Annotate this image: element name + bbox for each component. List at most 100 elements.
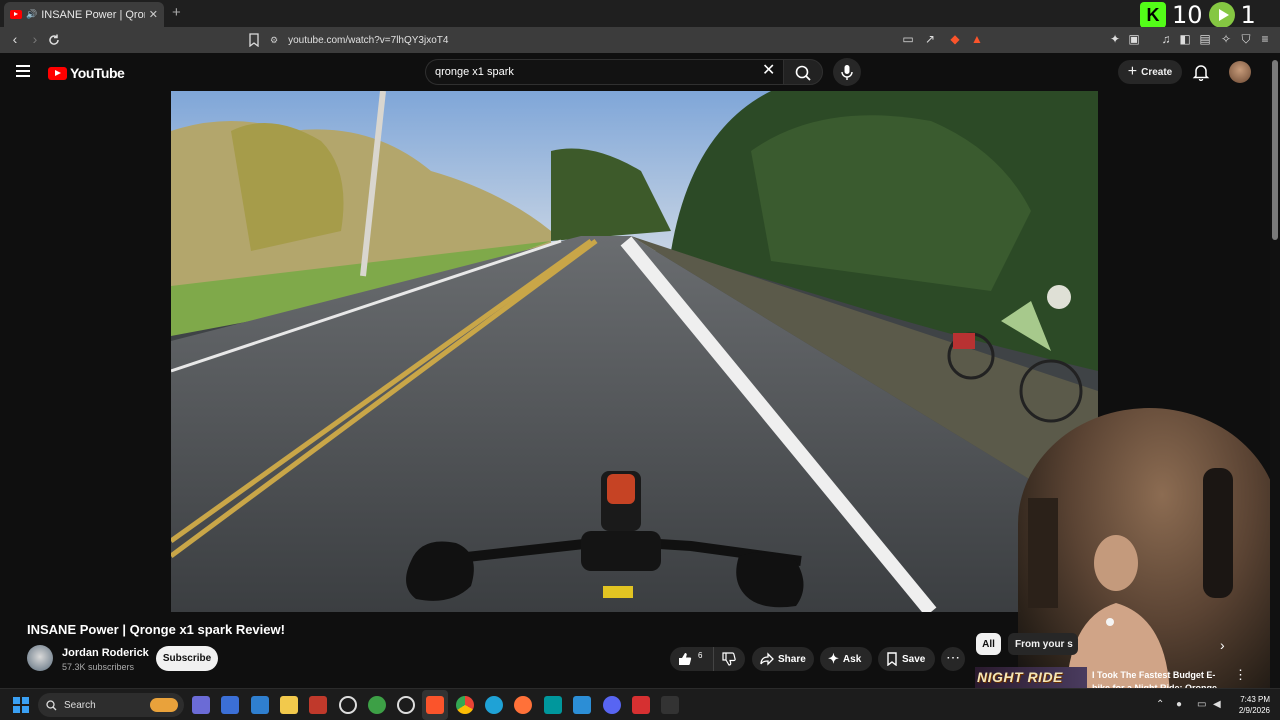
- share-label: Share: [778, 653, 806, 665]
- sidebar-icon[interactable]: ◧: [1178, 32, 1192, 46]
- tab-close-icon[interactable]: ✕: [149, 8, 158, 21]
- chip-from-your-search[interactable]: From your s: [1008, 633, 1078, 655]
- media-icon[interactable]: ♫: [1159, 32, 1173, 46]
- tray-overflow-icon[interactable]: ⌃: [1156, 699, 1164, 710]
- youtube-header: YouTube qronge x1 spark ✕ + Create: [0, 53, 1280, 91]
- notifications-bell-icon[interactable]: [1192, 63, 1210, 81]
- site-info-icon[interactable]: ⚙: [270, 35, 278, 46]
- taskbar-app-8-icon[interactable]: [397, 696, 415, 714]
- vpn-icon[interactable]: ⛉: [1239, 32, 1253, 46]
- taskbar-search-label: Search: [64, 699, 96, 711]
- tab-title: INSANE Power | Qronge x1 spark: [41, 8, 145, 21]
- kick-viewer-count: 10: [1172, 1, 1203, 29]
- menu-icon[interactable]: ≡: [1258, 32, 1272, 46]
- youtube-logo[interactable]: YouTube: [48, 65, 125, 81]
- taskbar-app-17-icon[interactable]: [661, 696, 679, 714]
- windows-start-icon[interactable]: [13, 697, 29, 713]
- file-explorer-icon[interactable]: [280, 696, 298, 714]
- kick-logo-icon: K: [1140, 2, 1166, 28]
- taskbar-app-6-icon[interactable]: [339, 696, 357, 714]
- taskbar-clock[interactable]: 7:43 PM 2/9/2026: [1232, 694, 1270, 716]
- recommendation-thumbnail[interactable]: NIGHT RIDE: [975, 667, 1087, 688]
- screenshot-icon[interactable]: ▣: [1127, 32, 1141, 46]
- chevron-right-icon[interactable]: ›: [1220, 637, 1225, 653]
- subscriber-count: 57.3K subscribers: [62, 662, 135, 672]
- back-icon[interactable]: ‹: [5, 31, 25, 47]
- video-title: INSANE Power | Qronge x1 spark Review!: [27, 622, 285, 637]
- video-player[interactable]: [171, 91, 1098, 612]
- create-button[interactable]: + Create: [1118, 60, 1182, 84]
- taskbar-search[interactable]: Search: [38, 693, 184, 717]
- cast-icon[interactable]: ▭: [901, 32, 915, 46]
- browser-tab-strip: 🔊 INSANE Power | Qronge x1 spark ✕ +: [0, 0, 1280, 27]
- search-highlight-icon: [150, 698, 178, 712]
- chip-all[interactable]: All: [976, 633, 1001, 655]
- chrome-icon[interactable]: [456, 696, 474, 714]
- ask-label: Ask: [842, 653, 862, 665]
- save-button[interactable]: Save: [878, 647, 935, 671]
- arduino-icon[interactable]: [544, 696, 562, 714]
- thumbnail-text: NIGHT RIDE: [977, 669, 1063, 685]
- brave-rewards-icon[interactable]: ▲: [970, 32, 984, 46]
- taskbar-app-16-icon[interactable]: [632, 696, 650, 714]
- new-tab-button[interactable]: +: [172, 4, 181, 21]
- search-query-text: qronge x1 spark: [435, 66, 514, 78]
- tray-network-icon[interactable]: ▭: [1197, 699, 1206, 710]
- like-count: 6: [698, 650, 703, 660]
- vscode-icon[interactable]: [573, 696, 591, 714]
- edge-icon[interactable]: [485, 696, 503, 714]
- ask-button[interactable]: ✦ Ask: [820, 647, 872, 671]
- like-dislike-group: 6: [670, 647, 745, 671]
- firefox-icon[interactable]: [514, 696, 532, 714]
- like-button[interactable]: 6: [670, 647, 714, 671]
- share-icon: [760, 652, 774, 666]
- video-frame: [171, 91, 1098, 612]
- tray-mic-icon[interactable]: ●: [1176, 699, 1182, 710]
- taskbar-search-icon: [46, 699, 57, 710]
- rumble-viewer-count: 1: [1240, 1, 1256, 29]
- clear-search-icon[interactable]: ✕: [762, 62, 775, 80]
- tray-volume-icon[interactable]: ◀: [1213, 699, 1221, 710]
- taskbar-app-5-icon[interactable]: [309, 696, 327, 714]
- wallet-icon[interactable]: ▤: [1198, 32, 1212, 46]
- guide-menu-icon[interactable]: [16, 65, 30, 77]
- stream-counter-overlay: K 10 1: [1140, 0, 1280, 30]
- more-actions-icon[interactable]: ⋯: [941, 647, 965, 671]
- youtube-logo-text: YouTube: [70, 65, 125, 81]
- account-avatar[interactable]: [1229, 61, 1251, 83]
- recommendation-menu-icon[interactable]: ⋮: [1234, 667, 1247, 683]
- address-bar[interactable]: ⚙ youtube.com/watch?v=7lhQY3jxoT4: [270, 30, 990, 50]
- taskbar-app-3-icon[interactable]: [251, 696, 269, 714]
- forward-icon[interactable]: ›: [25, 31, 45, 47]
- taskbar-app-1-icon[interactable]: [192, 696, 210, 714]
- plus-icon: +: [1127, 63, 1138, 80]
- leo-ai-icon[interactable]: ✧: [1219, 32, 1233, 46]
- bookmark-icon[interactable]: [248, 33, 260, 47]
- scrollbar-thumb[interactable]: [1272, 60, 1278, 240]
- search-icon: [795, 65, 811, 81]
- share-button[interactable]: Share: [752, 647, 814, 671]
- search-input[interactable]: qronge x1 spark: [425, 59, 783, 85]
- dislike-button[interactable]: [714, 647, 744, 671]
- brave-shields-icon[interactable]: ◆: [948, 32, 962, 46]
- subscribe-button[interactable]: Subscribe: [156, 646, 218, 671]
- recommendation-title[interactable]: I Took The Fastest Budget E-bike for a N…: [1092, 669, 1220, 688]
- channel-name[interactable]: Jordan Roderick: [62, 647, 149, 659]
- discord-icon[interactable]: [603, 696, 621, 714]
- taskbar-app-7-icon[interactable]: [368, 696, 386, 714]
- browser-tab[interactable]: 🔊 INSANE Power | Qronge x1 spark ✕: [4, 2, 164, 27]
- youtube-favicon-icon: [10, 10, 22, 19]
- brave-browser-icon[interactable]: [426, 696, 444, 714]
- channel-avatar[interactable]: [27, 645, 53, 671]
- reload-icon[interactable]: [47, 33, 61, 47]
- audio-icon[interactable]: 🔊: [26, 9, 37, 20]
- clock-time: 7:43 PM: [1240, 695, 1270, 704]
- voice-search-button[interactable]: [833, 58, 861, 86]
- share-page-icon[interactable]: ↗: [923, 32, 937, 46]
- taskbar-app-2-icon[interactable]: [221, 696, 239, 714]
- extensions-icon[interactable]: ✦: [1108, 32, 1122, 46]
- thumbs-up-icon: [679, 653, 692, 665]
- search-button[interactable]: [783, 59, 823, 85]
- thumbs-down-icon: [722, 652, 736, 666]
- sparkle-icon: ✦: [828, 651, 839, 666]
